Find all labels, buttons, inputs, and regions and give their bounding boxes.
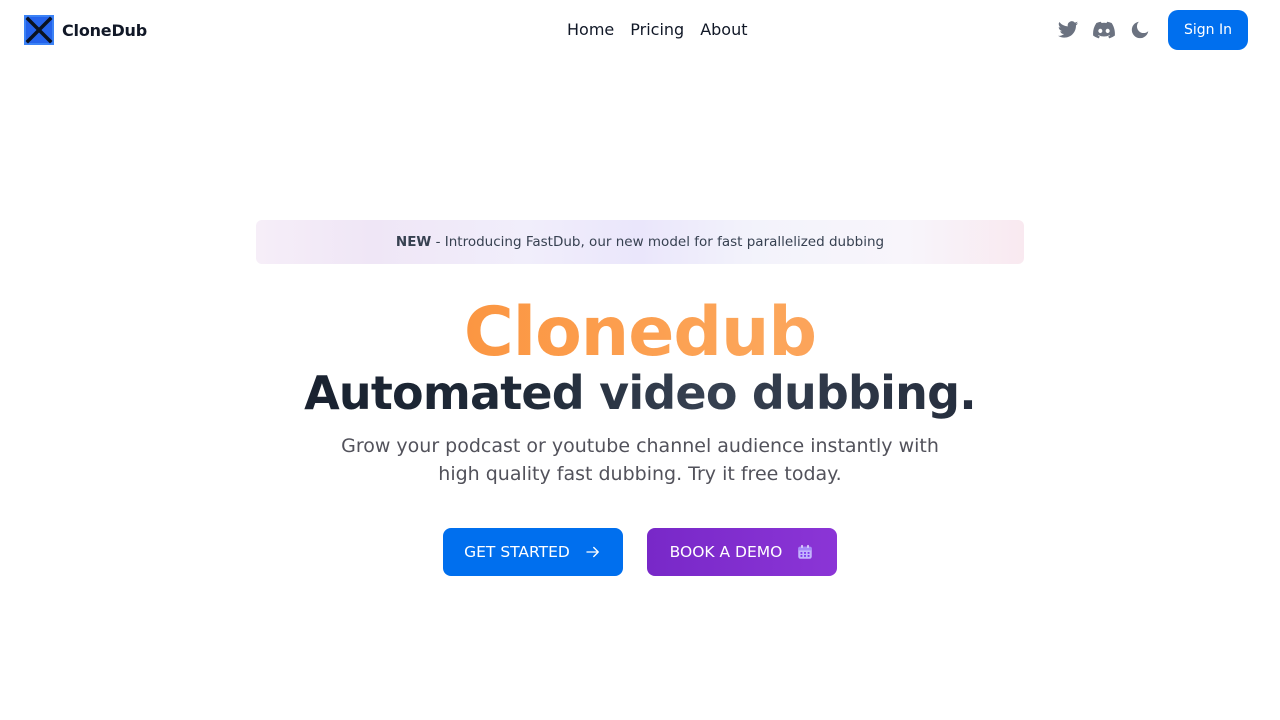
hero-description: Grow your podcast or youtube channel aud… [341,435,939,485]
banner-badge: NEW [395,234,432,250]
brand-link[interactable]: CloneDub [24,14,147,46]
banner-message: - Introducing FastDub, our new model for… [431,234,885,250]
book-demo-button[interactable]: BOOK A DEMO [647,528,837,576]
social-icons [1056,18,1152,42]
moon-icon[interactable] [1128,18,1152,42]
banner-text: NEW - Introducing FastDub, our new model… [396,234,884,250]
hero-title: Clonedub [0,292,1280,374]
arrow-right-icon [586,546,599,558]
hero-subtitle: Automated video dubbing. [0,364,1280,422]
main-nav: Home Pricing About [567,19,748,41]
top-navbar: CloneDub Home Pricing About Sign In [0,0,1280,60]
nav-about-link[interactable]: About [700,19,747,41]
sign-in-button[interactable]: Sign In [1168,10,1248,50]
brand-name: CloneDub [62,20,147,40]
get-started-label: GET STARTED [464,543,570,561]
announcement-banner[interactable]: NEW - Introducing FastDub, our new model… [256,220,1024,264]
book-demo-label: BOOK A DEMO [669,543,783,561]
twitter-icon[interactable] [1056,18,1080,42]
discord-icon[interactable] [1092,18,1116,42]
clonedub-logo-icon [24,15,54,45]
nav-home-link[interactable]: Home [567,19,614,41]
calendar-icon [798,544,813,559]
get-started-button[interactable]: GET STARTED [443,528,623,576]
nav-pricing-link[interactable]: Pricing [630,19,684,41]
